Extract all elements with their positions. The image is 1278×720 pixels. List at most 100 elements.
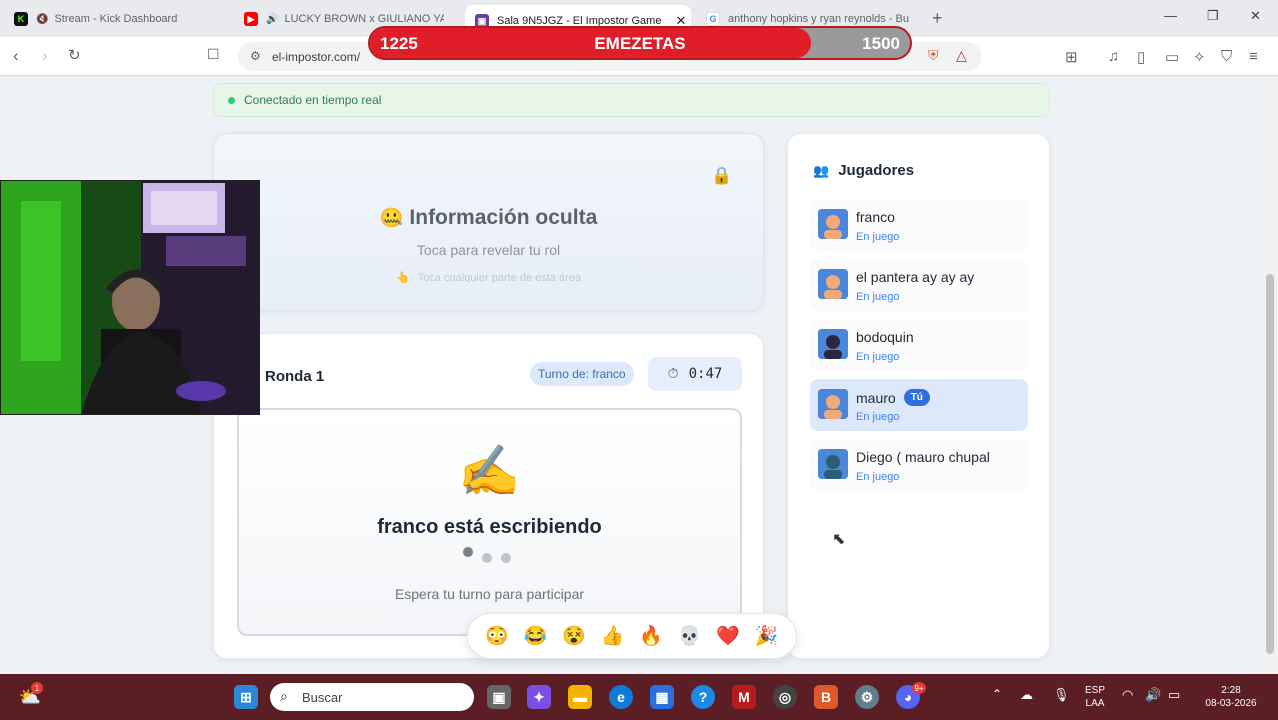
start-icon[interactable]: ⊞ bbox=[234, 685, 258, 709]
settings-icon[interactable]: ⚙ bbox=[855, 685, 879, 709]
reload-icon[interactable]: ↻ bbox=[68, 46, 81, 64]
you-badge: Tú bbox=[903, 389, 930, 406]
sidebar-icon[interactable]: ▯ bbox=[1137, 48, 1145, 66]
brave-shield-icon[interactable]: ⛨ bbox=[928, 47, 939, 64]
round-card: Ronda 1 Turno de: franco ⏱ 0:47 ✍️ franc… bbox=[213, 333, 764, 659]
youtube-icon: ▶ bbox=[244, 12, 258, 26]
player-row[interactable]: bodoquin En juego bbox=[810, 319, 1028, 371]
new-tab-icon[interactable]: + bbox=[932, 8, 943, 29]
google-icon: G bbox=[706, 12, 720, 26]
speaker-icon: 🔊 bbox=[266, 13, 279, 25]
menu-icon[interactable]: ≡ bbox=[1249, 48, 1258, 65]
turn-badge: Turno de: franco bbox=[530, 362, 634, 386]
edge-icon[interactable]: e bbox=[609, 685, 633, 709]
search-placeholder: Buscar bbox=[302, 689, 343, 705]
mute-icon: 🔇 bbox=[36, 13, 49, 25]
clock[interactable]: 2:28 08-03-2026 bbox=[1196, 684, 1266, 710]
avatar bbox=[818, 329, 848, 359]
connection-status: Conectado en tiempo real bbox=[244, 93, 382, 107]
avatar bbox=[818, 449, 848, 479]
reaction-emoji-icon[interactable]: 👍 bbox=[601, 624, 625, 648]
help-icon[interactable]: ? bbox=[691, 685, 715, 709]
restore-icon[interactable]: ❐ bbox=[1207, 8, 1219, 24]
leo-ai-icon[interactable]: ✧ bbox=[1193, 48, 1206, 66]
typing-dots bbox=[463, 547, 520, 568]
page-scrollbar[interactable] bbox=[1262, 76, 1278, 674]
player-name: bodoquin bbox=[856, 329, 914, 345]
webcam-feed bbox=[0, 180, 260, 415]
wallet-icon[interactable]: ▭ bbox=[1165, 48, 1179, 66]
cloud-icon[interactable]: ☁ bbox=[1020, 688, 1033, 701]
vpn-icon[interactable]: ⛉ bbox=[1221, 48, 1232, 65]
connection-banner: Conectado en tiempo real bbox=[213, 83, 1050, 117]
player-name: el pantera ay ay ay bbox=[856, 269, 975, 285]
wait-message: Espera tu turno para participar bbox=[394, 586, 585, 602]
microphone-icon[interactable]: 🎙 bbox=[1053, 688, 1070, 701]
brave-icon[interactable]: B bbox=[814, 685, 838, 709]
taskbar-search[interactable]: ⌕ Buscar bbox=[270, 683, 474, 711]
reaction-emoji-icon[interactable]: 😂 bbox=[524, 624, 548, 648]
face-icon: 🤐 bbox=[379, 208, 404, 229]
battery-icon[interactable]: ▭ bbox=[1168, 688, 1180, 701]
status-dot-icon bbox=[228, 96, 235, 104]
player-status: En juego bbox=[856, 411, 900, 423]
writing-hand-icon: ✍️ bbox=[458, 443, 521, 499]
player-status: En juego bbox=[856, 471, 900, 483]
player-name: franco bbox=[856, 209, 895, 225]
back-icon[interactable]: ‹ bbox=[13, 46, 19, 66]
store-icon[interactable]: ▦ bbox=[650, 685, 674, 709]
reaction-emoji-icon[interactable]: 🎉 bbox=[755, 624, 779, 648]
tray-overflow-icon[interactable]: ⌃ bbox=[992, 688, 1002, 701]
player-row[interactable]: mauro Tú En juego bbox=[810, 379, 1028, 431]
hidden-info-hint: 👆 Toca cualquier parte de esta área bbox=[396, 272, 581, 284]
player-name: Diego ( mauro chupal bbox=[856, 449, 990, 465]
reaction-emoji-icon[interactable]: 🔥 bbox=[639, 624, 663, 648]
file-explorer-icon[interactable]: ▬ bbox=[568, 685, 592, 709]
reaction-emoji-icon[interactable]: ❤️ bbox=[716, 624, 740, 648]
wifi-icon[interactable]: ◠ bbox=[1122, 688, 1133, 701]
forward-icon[interactable]: › bbox=[42, 46, 48, 66]
player-status: En juego bbox=[856, 291, 900, 303]
url-text: el-impostor.com/ bbox=[272, 50, 361, 64]
stream-goal-bar: 1225 EMEZETAS 1500 bbox=[368, 26, 912, 60]
goal-label: EMEZETAS bbox=[594, 34, 686, 53]
users-icon: 👥 bbox=[813, 162, 830, 178]
avatar bbox=[818, 209, 848, 239]
language-indicator[interactable]: ESP LAA bbox=[1082, 684, 1108, 710]
reaction-emoji-icon[interactable]: 💀 bbox=[678, 624, 702, 648]
scroll-thumb[interactable] bbox=[1266, 274, 1274, 654]
player-status: En juego bbox=[856, 231, 900, 243]
tab-search-icon[interactable]: ⊞ bbox=[1065, 48, 1078, 66]
tab-kick[interactable]: K 🔇 Stream - Kick Dashboard bbox=[14, 6, 224, 32]
player-status: En juego bbox=[856, 351, 900, 363]
site-settings-icon[interactable]: ⚙ bbox=[250, 49, 261, 63]
avatar bbox=[818, 269, 848, 299]
brave-rewards-icon[interactable]: △ bbox=[956, 47, 967, 64]
reaction-emoji-icon[interactable]: 😳 bbox=[485, 624, 509, 648]
task-view-icon[interactable]: ▣ bbox=[487, 685, 511, 709]
mcafee-icon[interactable]: M bbox=[732, 685, 756, 709]
close-window-icon[interactable]: ✕ bbox=[1250, 8, 1261, 24]
reaction-bar: 😳 😂 😵 👍 🔥 💀 ❤️ 🎉 bbox=[467, 613, 797, 659]
music-icon[interactable]: ♫ bbox=[1108, 48, 1119, 65]
mouse-cursor-icon: ⬉ bbox=[832, 531, 846, 548]
player-row[interactable]: el pantera ay ay ay En juego bbox=[810, 259, 1028, 311]
writing-status: franco está escribiendo bbox=[377, 516, 602, 538]
xbox-icon[interactable]: ◎ bbox=[773, 685, 797, 709]
player-row[interactable]: franco En juego bbox=[810, 199, 1028, 251]
avatar bbox=[818, 389, 848, 419]
timer: ⏱ 0:47 bbox=[648, 357, 742, 391]
tab-title: Stream - Kick Dashboard bbox=[54, 13, 178, 25]
hidden-info-subtitle: Toca para revelar tu rol bbox=[416, 242, 561, 258]
hidden-role-card[interactable]: 🔒 🤐 Información oculta Toca para revelar … bbox=[213, 133, 764, 311]
player-row[interactable]: Diego ( mauro chupal En juego bbox=[810, 439, 1028, 491]
copilot-icon[interactable]: ✦ bbox=[527, 685, 551, 709]
reaction-emoji-icon[interactable]: 😵 bbox=[562, 624, 586, 648]
player-name: mauro Tú bbox=[856, 389, 930, 406]
hidden-info-title: 🤐 Información oculta bbox=[379, 206, 598, 229]
players-panel: 👥 Jugadores franco En juego el pantera ay a… bbox=[787, 133, 1050, 659]
bookmark-icon[interactable]: ☐ bbox=[207, 46, 220, 63]
kick-icon: K bbox=[14, 12, 28, 26]
volume-icon[interactable]: 🔊 bbox=[1145, 688, 1161, 701]
minimize-icon[interactable]: — bbox=[1164, 8, 1177, 23]
